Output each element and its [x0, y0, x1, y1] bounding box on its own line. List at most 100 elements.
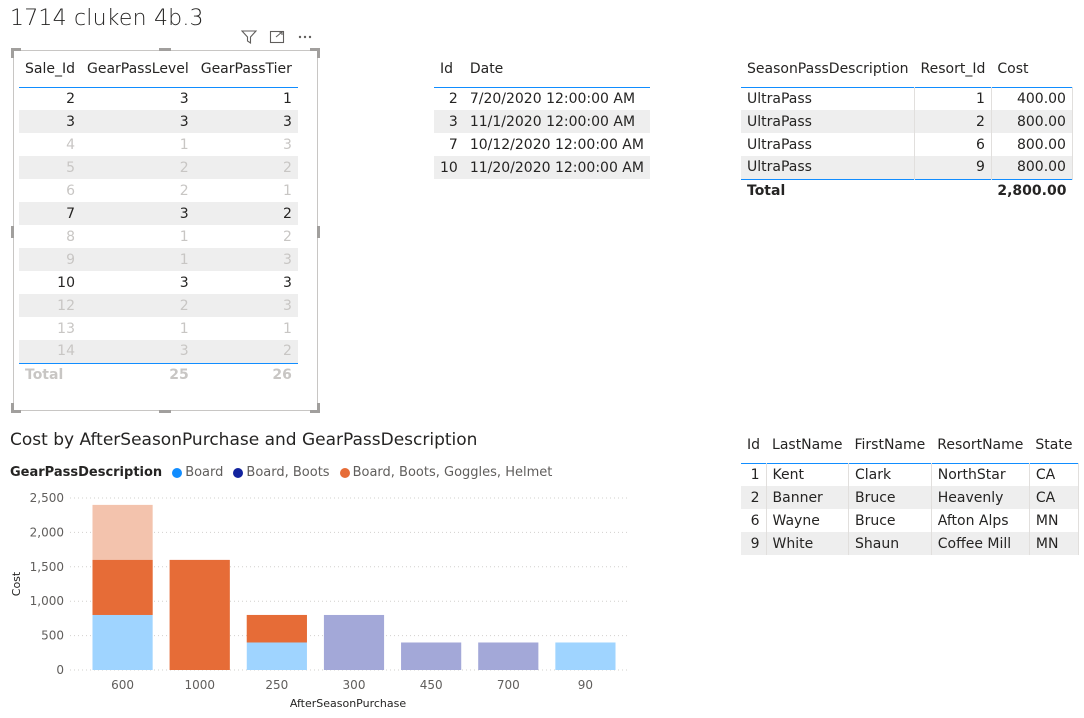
bar-segment-highlight[interactable]: [92, 559, 153, 615]
page-title: 1714 cluken 4b.3: [10, 6, 204, 31]
column-header[interactable]: SeasonPassDescription: [741, 51, 915, 87]
table-cell: Wayne: [766, 509, 849, 532]
table-row[interactable]: UltraPass 2 800.00: [741, 110, 1073, 133]
x-tick-label: 300: [343, 678, 366, 692]
resize-handle[interactable]: [11, 403, 14, 413]
table-cell: 3: [179, 274, 189, 291]
table-row[interactable]: 7 10/12/2020 12:00:00 AM: [434, 133, 650, 156]
customers-table: Id LastName FirstName ResortName State 1…: [741, 427, 1079, 555]
table-row[interactable]: 8 1 2: [19, 225, 298, 248]
table-cell: 3: [179, 205, 189, 222]
table-row[interactable]: 2 Banner Bruce Heavenly CA: [741, 486, 1079, 509]
table-row[interactable]: 13 1 1: [19, 317, 298, 340]
filter-icon[interactable]: [240, 30, 258, 46]
table-cell: 3: [282, 136, 292, 153]
table-row[interactable]: UltraPass 6 800.00: [741, 133, 1073, 156]
table-row[interactable]: UltraPass 9 800.00: [741, 156, 1073, 179]
legend-label: Board: [185, 465, 224, 480]
resize-handle[interactable]: [11, 48, 14, 58]
legend-item[interactable]: Board, Boots, Goggles, Helmet: [339, 465, 552, 480]
table-cell: 1: [282, 320, 292, 337]
column-header[interactable]: State: [1029, 427, 1078, 463]
x-tick-label: 450: [420, 678, 443, 692]
table-cell: UltraPass: [741, 87, 916, 110]
legend-item[interactable]: Board: [172, 465, 223, 480]
table-cell: Bruce: [848, 509, 932, 532]
table-cell: 6: [914, 133, 992, 156]
table-cell: NorthStar: [931, 463, 1030, 486]
column-header[interactable]: FirstName: [848, 427, 931, 463]
resize-handle[interactable]: [317, 226, 320, 238]
column-header[interactable]: GearPassTier: [195, 51, 298, 87]
dates-table: Id Date 2 7/20/2020 12:00:00 AM 3 11/1/2020…: [434, 51, 650, 179]
legend-marker: [339, 467, 350, 478]
table-cell: 3: [448, 113, 458, 130]
table-cell: UltraPass: [741, 110, 916, 133]
table-row[interactable]: 7 3 2: [19, 202, 298, 225]
bar-segment-board-boots[interactable]: [401, 642, 462, 670]
bar-segment-board[interactable]: [92, 614, 153, 670]
y-tick-label: 2,500: [30, 491, 64, 505]
bar-segment-board[interactable]: [246, 642, 307, 670]
table-row[interactable]: 1 Kent Clark NorthStar CA: [741, 463, 1079, 486]
table-cell: White: [766, 532, 849, 555]
legend-marker: [233, 467, 244, 478]
legend-item[interactable]: Board, Boots: [233, 465, 330, 480]
table-cell: 800.00: [991, 133, 1073, 156]
bar-segment-board-boots[interactable]: [323, 614, 385, 670]
bar-segment-highlight[interactable]: [169, 559, 230, 670]
resize-handle[interactable]: [317, 403, 320, 413]
column-header[interactable]: Date: [464, 51, 650, 87]
x-axis-label: AfterSeasonPurchase: [290, 697, 407, 710]
table-cell: 11/20/2020 12:00:00 AM: [469, 159, 644, 176]
y-tick-label: 1,000: [30, 594, 64, 608]
resize-handle[interactable]: [11, 226, 14, 238]
column-header[interactable]: Resort_Id: [915, 51, 992, 87]
legend-marker: [172, 467, 183, 478]
table-row[interactable]: 2 3 1: [19, 87, 298, 110]
y-tick-label: 2,000: [30, 525, 64, 539]
table-row[interactable]: 3 3 3: [19, 110, 298, 133]
bar-segment-board[interactable]: [555, 642, 616, 670]
table-row[interactable]: 12 2 3: [19, 294, 298, 317]
table-row[interactable]: 14 3 2: [19, 340, 298, 363]
table-row[interactable]: 10 3 3: [19, 271, 298, 294]
table-row[interactable]: 6 2 1: [19, 179, 298, 202]
table-cell: 11/1/2020 12:00:00 AM: [469, 113, 636, 130]
table-cell: 1: [282, 90, 292, 107]
resize-handle[interactable]: [317, 48, 320, 58]
table-cell: 400.00: [991, 87, 1073, 110]
column-header[interactable]: Id: [741, 427, 766, 463]
table-row[interactable]: 9 1 3: [19, 248, 298, 271]
table-row[interactable]: 5 2 2: [19, 156, 298, 179]
table-cell: MN: [1029, 532, 1079, 555]
focus-mode-icon[interactable]: [268, 30, 286, 46]
column-header[interactable]: Cost: [991, 51, 1072, 87]
resize-handle[interactable]: [159, 410, 171, 413]
table-cell: 3: [179, 113, 189, 130]
bar-segment-highlight[interactable]: [246, 614, 307, 643]
table-cell: UltraPass: [741, 133, 916, 156]
table-row[interactable]: 9 White Shaun Coffee Mill MN: [741, 532, 1079, 555]
table-row[interactable]: 10 11/20/2020 12:00:00 AM: [434, 156, 650, 179]
table-row[interactable]: 2 7/20/2020 12:00:00 AM: [434, 87, 650, 110]
column-header[interactable]: GearPassLevel: [81, 51, 195, 87]
table-cell: 7: [448, 136, 458, 153]
table-cell: Bruce: [848, 486, 932, 509]
table-row[interactable]: 6 Wayne Bruce Afton Alps MN: [741, 509, 1079, 532]
column-header[interactable]: Id: [434, 51, 464, 87]
table-cell: 800.00: [991, 156, 1073, 179]
table-cell: 2: [179, 297, 189, 314]
more-options-icon[interactable]: [296, 30, 314, 46]
bar-segment-board-boots[interactable]: [478, 642, 539, 670]
table-row[interactable]: 4 1 3: [19, 133, 298, 156]
bar-chart: 0 500 1,000 1,500 2,000 2,500 Cost 600 1000 250 30…: [10, 491, 630, 710]
table-row[interactable]: UltraPass 1 400.00: [741, 87, 1073, 110]
table-row[interactable]: 3 11/1/2020 12:00:00 AM: [434, 110, 650, 133]
column-header[interactable]: ResortName: [931, 427, 1029, 463]
table-cell: 2: [914, 110, 992, 133]
column-header[interactable]: LastName: [766, 427, 848, 463]
table-cell: 3: [282, 297, 292, 314]
column-header[interactable]: Sale_Id: [19, 51, 81, 87]
table-cell: Kent: [766, 463, 849, 486]
